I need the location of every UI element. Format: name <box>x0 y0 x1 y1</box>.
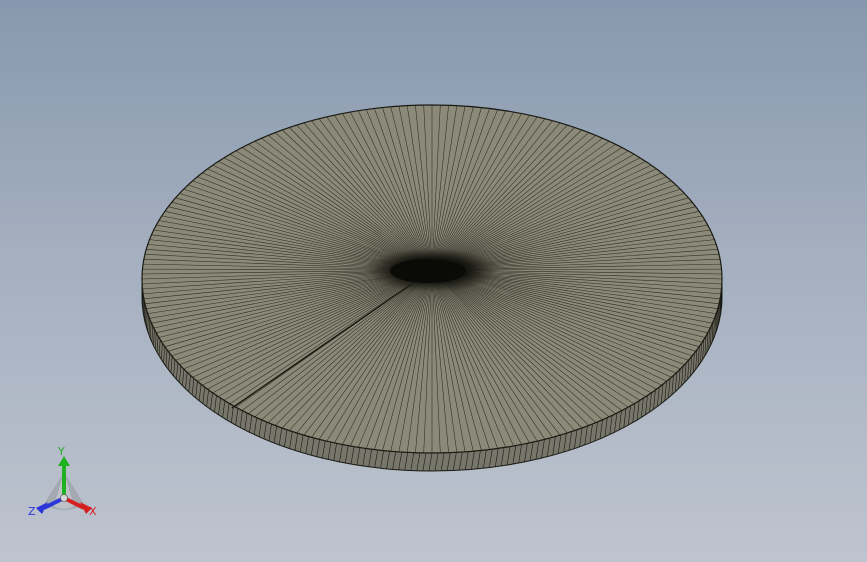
z-axis-label: Z <box>28 505 36 518</box>
disk-center-core <box>390 259 466 283</box>
x-axis-label: X <box>89 505 97 518</box>
triad-origin <box>60 494 68 502</box>
y-axis-label: Y <box>58 445 65 458</box>
disk-model[interactable] <box>0 0 867 562</box>
graphics-viewport[interactable]: Y X Z <box>0 0 867 562</box>
view-triad[interactable]: Y X Z <box>22 446 106 522</box>
